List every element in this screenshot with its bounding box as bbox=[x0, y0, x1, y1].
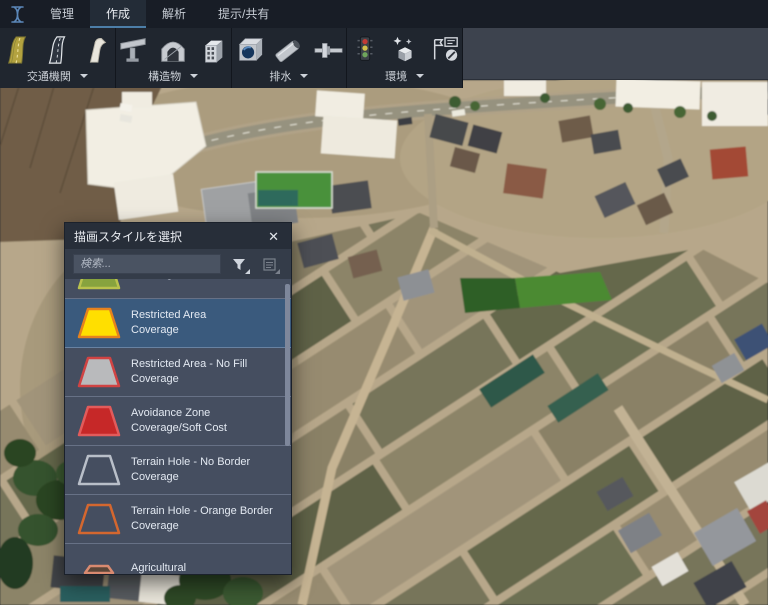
coverage-swatch-icon bbox=[77, 405, 121, 437]
traffic-light-icon bbox=[357, 35, 373, 61]
chevron-down-icon bbox=[79, 74, 88, 78]
style-picker-dialog: 描画スタイルを選択 ✕ Coverage bbox=[64, 222, 292, 575]
ribbon-group-transport: 交通機関 bbox=[0, 28, 116, 88]
ramp-icon bbox=[90, 37, 107, 63]
style-subtitle: Coverage bbox=[131, 471, 179, 483]
style-subtitle: Coverage bbox=[131, 324, 179, 336]
search-input[interactable] bbox=[73, 254, 221, 274]
style-subtitle: Coverage/Soft Cost bbox=[131, 422, 227, 434]
chevron-down-icon bbox=[190, 74, 199, 78]
pipe-connector-icon bbox=[314, 42, 343, 58]
scrollbar-thumb[interactable] bbox=[285, 284, 290, 446]
city-furniture-icon bbox=[393, 36, 412, 61]
annotation-icon bbox=[433, 36, 458, 61]
style-list-item[interactable]: Coverage bbox=[65, 279, 291, 299]
culvert-button[interactable] bbox=[232, 32, 266, 68]
road-icon bbox=[49, 35, 66, 64]
coverage-swatch-icon bbox=[77, 503, 121, 535]
style-list: Coverage Restricted Area Coverage Restric… bbox=[65, 279, 291, 574]
menu-tab-create[interactable]: 作成 bbox=[90, 0, 147, 28]
tunnel-icon bbox=[161, 41, 185, 62]
pipe-icon bbox=[275, 39, 300, 62]
style-list-item[interactable]: Terrain Hole - No Border Coverage bbox=[65, 446, 291, 495]
bridge-button[interactable] bbox=[116, 32, 150, 68]
style-subtitle: Coverage bbox=[131, 520, 179, 532]
dialog-search-bar bbox=[65, 249, 291, 279]
style-name: Terrain Hole - No Border bbox=[131, 456, 251, 468]
building-button[interactable] bbox=[196, 32, 230, 68]
ramp-button[interactable] bbox=[80, 32, 114, 68]
ribbon-group-environment: 環境 bbox=[347, 28, 463, 88]
annotation-button[interactable] bbox=[428, 32, 462, 68]
style-list-item[interactable]: Agricultural bbox=[65, 544, 291, 574]
coverage-swatch-icon bbox=[77, 279, 121, 290]
menu-bar: 管理 作成 解析 提示/共有 bbox=[0, 0, 768, 28]
style-name: Agricultural bbox=[131, 561, 187, 574]
style-list-item[interactable]: Restricted Area Coverage bbox=[65, 299, 291, 348]
design-road-button[interactable] bbox=[0, 32, 34, 68]
tunnel-button[interactable] bbox=[156, 32, 190, 68]
filter-funnel-icon bbox=[233, 258, 245, 270]
ribbon-group-label-structures[interactable]: 構造物 bbox=[148, 68, 199, 84]
style-name: Terrain Hole - Orange Border bbox=[131, 505, 273, 517]
menu-tabs: 管理 作成 解析 提示/共有 bbox=[34, 0, 285, 28]
style-list-item[interactable]: Terrain Hole - Orange Border Coverage bbox=[65, 495, 291, 544]
dialog-title: 描画スタイルを選択 bbox=[74, 229, 183, 244]
ribbon-group-label-environment[interactable]: 環境 bbox=[385, 68, 425, 84]
ibeam-cursor-icon bbox=[10, 5, 24, 23]
ribbon: 交通機関 構造物 排水 環境 bbox=[0, 28, 463, 88]
highway-icon bbox=[8, 35, 27, 64]
coverage-swatch-icon bbox=[77, 356, 121, 388]
dialog-header[interactable]: 描画スタイルを選択 ✕ bbox=[65, 223, 291, 249]
chevron-down-icon bbox=[416, 74, 425, 78]
style-subtitle: Coverage bbox=[131, 279, 179, 282]
pipe-connector-button[interactable] bbox=[312, 32, 346, 68]
menu-tab-analyze[interactable]: 解析 bbox=[146, 0, 202, 28]
app-logo-button[interactable] bbox=[0, 0, 34, 28]
component-road-button[interactable] bbox=[40, 32, 74, 68]
chevron-corner-icon bbox=[245, 269, 250, 274]
pipe-button[interactable] bbox=[272, 32, 306, 68]
chevron-corner-icon bbox=[275, 269, 280, 274]
app-window: 管理 作成 解析 提示/共有 交通機関 構造物 排水 環境 描画スタイルを選択 … bbox=[0, 0, 768, 605]
style-name: Restricted Area - No Fill bbox=[131, 358, 248, 370]
filter-button[interactable] bbox=[227, 253, 251, 275]
traffic-light-button[interactable] bbox=[348, 32, 382, 68]
bridge-icon bbox=[120, 37, 146, 62]
chevron-down-icon bbox=[300, 74, 309, 78]
view-options-icon bbox=[262, 257, 276, 271]
city-furniture-button[interactable] bbox=[388, 32, 422, 68]
style-list-item[interactable]: Restricted Area - No Fill Coverage bbox=[65, 348, 291, 397]
culvert-icon bbox=[238, 37, 263, 61]
ribbon-group-label-drainage[interactable]: 排水 bbox=[269, 68, 309, 84]
building-icon bbox=[205, 40, 223, 63]
ribbon-empty-area bbox=[463, 28, 768, 80]
style-name: Avoidance Zone bbox=[131, 407, 211, 419]
coverage-swatch-icon bbox=[77, 454, 121, 486]
ribbon-group-drainage: 排水 bbox=[232, 28, 348, 88]
menu-tab-manage[interactable]: 管理 bbox=[34, 0, 90, 28]
style-list-item[interactable]: Avoidance Zone Coverage/Soft Cost bbox=[65, 397, 291, 446]
ribbon-group-label-transport[interactable]: 交通機関 bbox=[27, 68, 88, 84]
ribbon-group-structures: 構造物 bbox=[116, 28, 232, 88]
style-subtitle: Coverage bbox=[131, 373, 179, 385]
coverage-swatch-icon bbox=[77, 307, 121, 339]
coverage-swatch-icon bbox=[83, 564, 115, 574]
menu-tab-present-share[interactable]: 提示/共有 bbox=[202, 0, 285, 28]
view-options-button[interactable] bbox=[257, 253, 281, 275]
close-icon[interactable]: ✕ bbox=[265, 228, 282, 245]
style-name: Restricted Area bbox=[131, 309, 207, 321]
